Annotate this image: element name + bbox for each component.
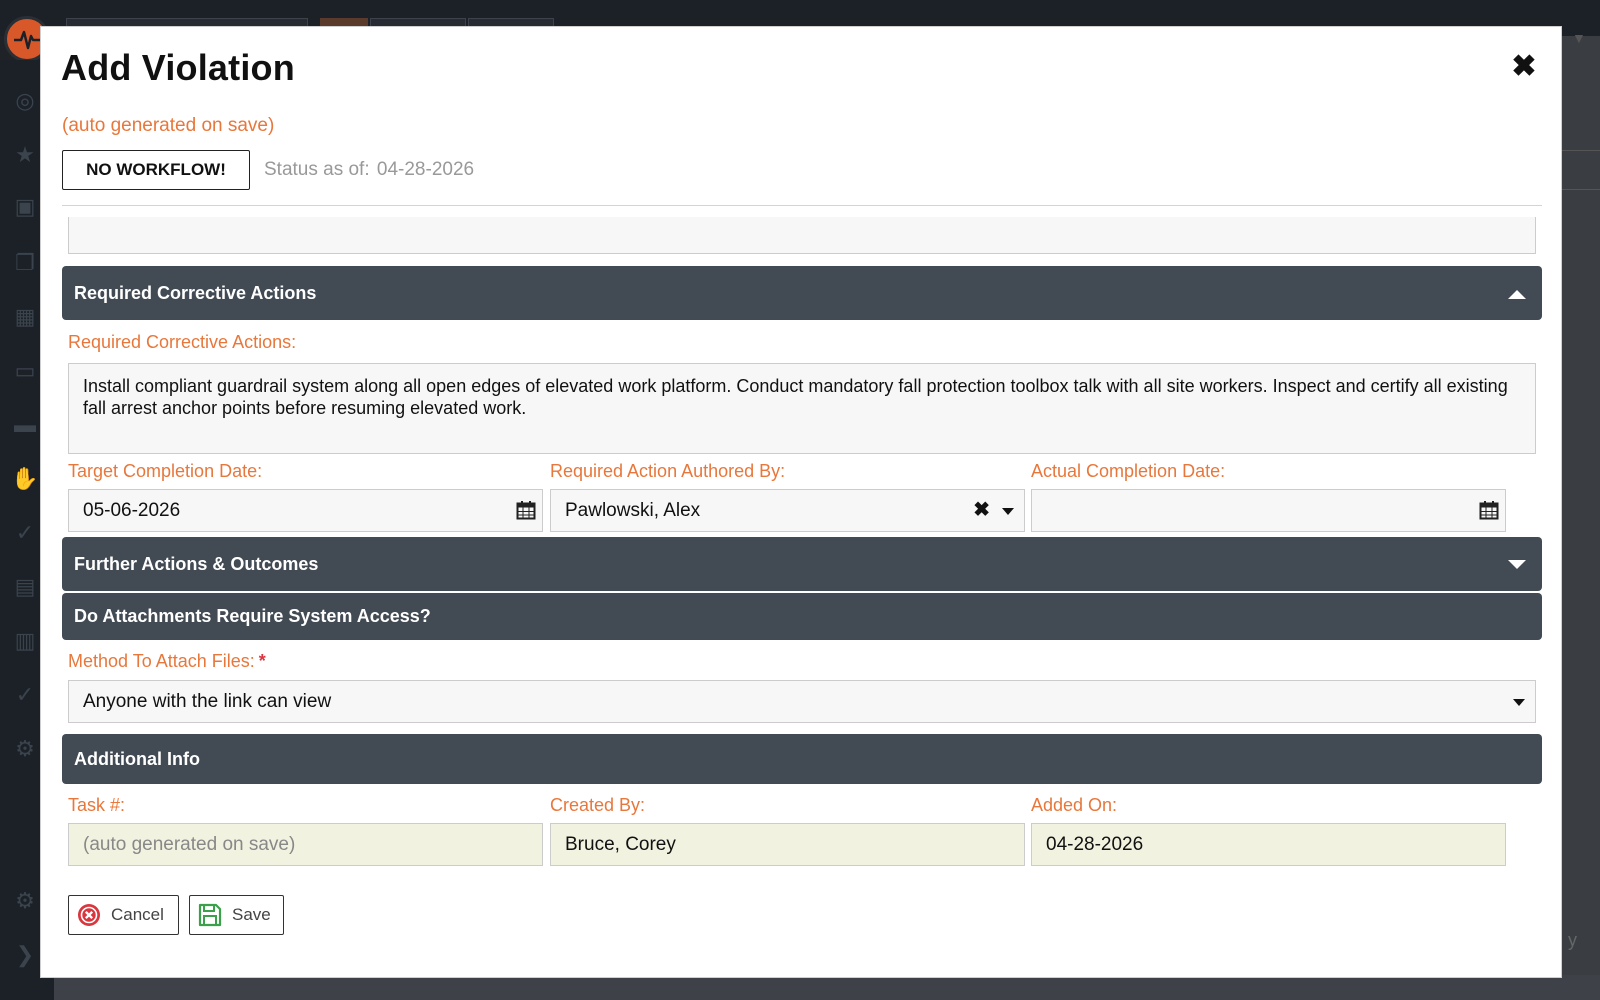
attach-method-select[interactable]: Anyone with the link can view [68,680,1536,723]
created-by-field: Bruce, Corey [550,823,1025,866]
check-circle-icon[interactable]: ✓ [12,520,38,546]
clipboard-icon[interactable]: ▤ [12,574,38,600]
auto-generated-note: (auto generated on save) [62,115,275,136]
section-required-corrective-actions[interactable]: Required Corrective Actions [62,266,1542,320]
chevron-down-icon[interactable] [1002,508,1014,515]
section-title: Further Actions & Outcomes [74,553,319,574]
form-scroll-area[interactable]: Required Corrective Actions Required Cor… [62,217,1542,917]
task-number-field: (auto generated on save) [68,823,543,866]
actual-date-field[interactable] [1031,489,1506,532]
previous-field-stub[interactable] [68,217,1536,254]
calendar-icon[interactable] [1479,500,1499,520]
section-additional-info[interactable]: Additional Info [62,734,1542,784]
app-bottom-bar [54,975,1600,1000]
section-title: Additional Info [74,748,200,769]
calendar-icon[interactable] [516,500,536,520]
money-icon[interactable]: ▭ [12,358,38,384]
required-marker: * [258,651,266,671]
added-on-label: Added On: [1031,795,1118,815]
check-icon[interactable]: ✓ [12,682,38,708]
save-label: Save [232,905,271,924]
workflow-button[interactable]: NO WORKFLOW! [62,150,250,190]
copy-icon[interactable]: ❐ [12,250,38,276]
status-date: 04-28-2026 [376,159,475,180]
header-divider [62,205,1542,206]
floppy-disk-icon [198,903,222,927]
attach-method-label: Method To Attach Files: * [68,651,266,672]
status-as-of: Status as of: 04-28-2026 [262,159,474,181]
save-button[interactable]: Save [189,895,284,935]
collapse-caret-icon[interactable] [1508,290,1526,299]
cancel-button[interactable]: Cancel [68,895,179,935]
expand-chevron-icon[interactable]: ❯ [12,942,38,968]
star-icon[interactable]: ★ [12,142,38,168]
chevron-down-icon[interactable]: ▼ [1572,30,1586,46]
authored-by-value: Pawlowski, Alex [565,499,701,521]
added-on-field: 04-28-2026 [1031,823,1506,866]
status-label: Status as of: [264,159,370,180]
section-title: Do Attachments Require System Access? [74,606,431,626]
heartbeat-icon [14,30,40,50]
background-fragment: y [1568,930,1577,950]
section-further-actions[interactable]: Further Actions & Outcomes [62,537,1542,591]
section-attachments-access[interactable]: Do Attachments Require System Access? [62,593,1542,640]
add-violation-modal: Add Violation ✖ (auto generated on save)… [40,26,1562,978]
modal-title: Add Violation [61,47,295,88]
calendar-check-icon[interactable]: ▥ [12,628,38,654]
toolbox-icon[interactable]: ▬ [12,412,38,438]
compass-icon[interactable]: ◎ [12,88,38,114]
expand-caret-icon[interactable] [1508,560,1526,569]
task-number-label: Task #: [68,795,126,815]
gears-icon[interactable]: ⚙ [12,736,38,762]
chevron-down-icon[interactable] [1513,699,1525,706]
handshake-icon[interactable]: ✋ [11,466,38,492]
target-date-field[interactable]: 05-06-2026 [68,489,543,532]
corrective-actions-label: Required Corrective Actions: [68,332,297,352]
attach-method-label-text: Method To Attach Files: [68,651,255,671]
authored-by-select[interactable]: Pawlowski, Alex ✖ [550,489,1025,532]
actual-date-label: Actual Completion Date: [1031,461,1226,481]
section-title: Required Corrective Actions [74,282,317,303]
close-icon[interactable]: ✖ [1509,52,1539,83]
settings-icon[interactable]: ⚙ [12,888,38,914]
attach-method-value: Anyone with the link can view [83,690,332,712]
cancel-label: Cancel [111,905,164,924]
created-by-label: Created By: [550,795,646,815]
clear-icon[interactable]: ✖ [973,499,990,521]
cancel-circle-icon [78,904,100,926]
presentation-icon[interactable]: ▣ [12,194,38,220]
authored-by-label: Required Action Authored By: [550,461,786,481]
map-icon[interactable]: ▦ [12,304,38,330]
target-date-value: 05-06-2026 [83,499,181,521]
corrective-actions-textarea[interactable]: Install compliant guardrail system along… [68,363,1536,454]
target-date-label: Target Completion Date: [68,461,263,481]
